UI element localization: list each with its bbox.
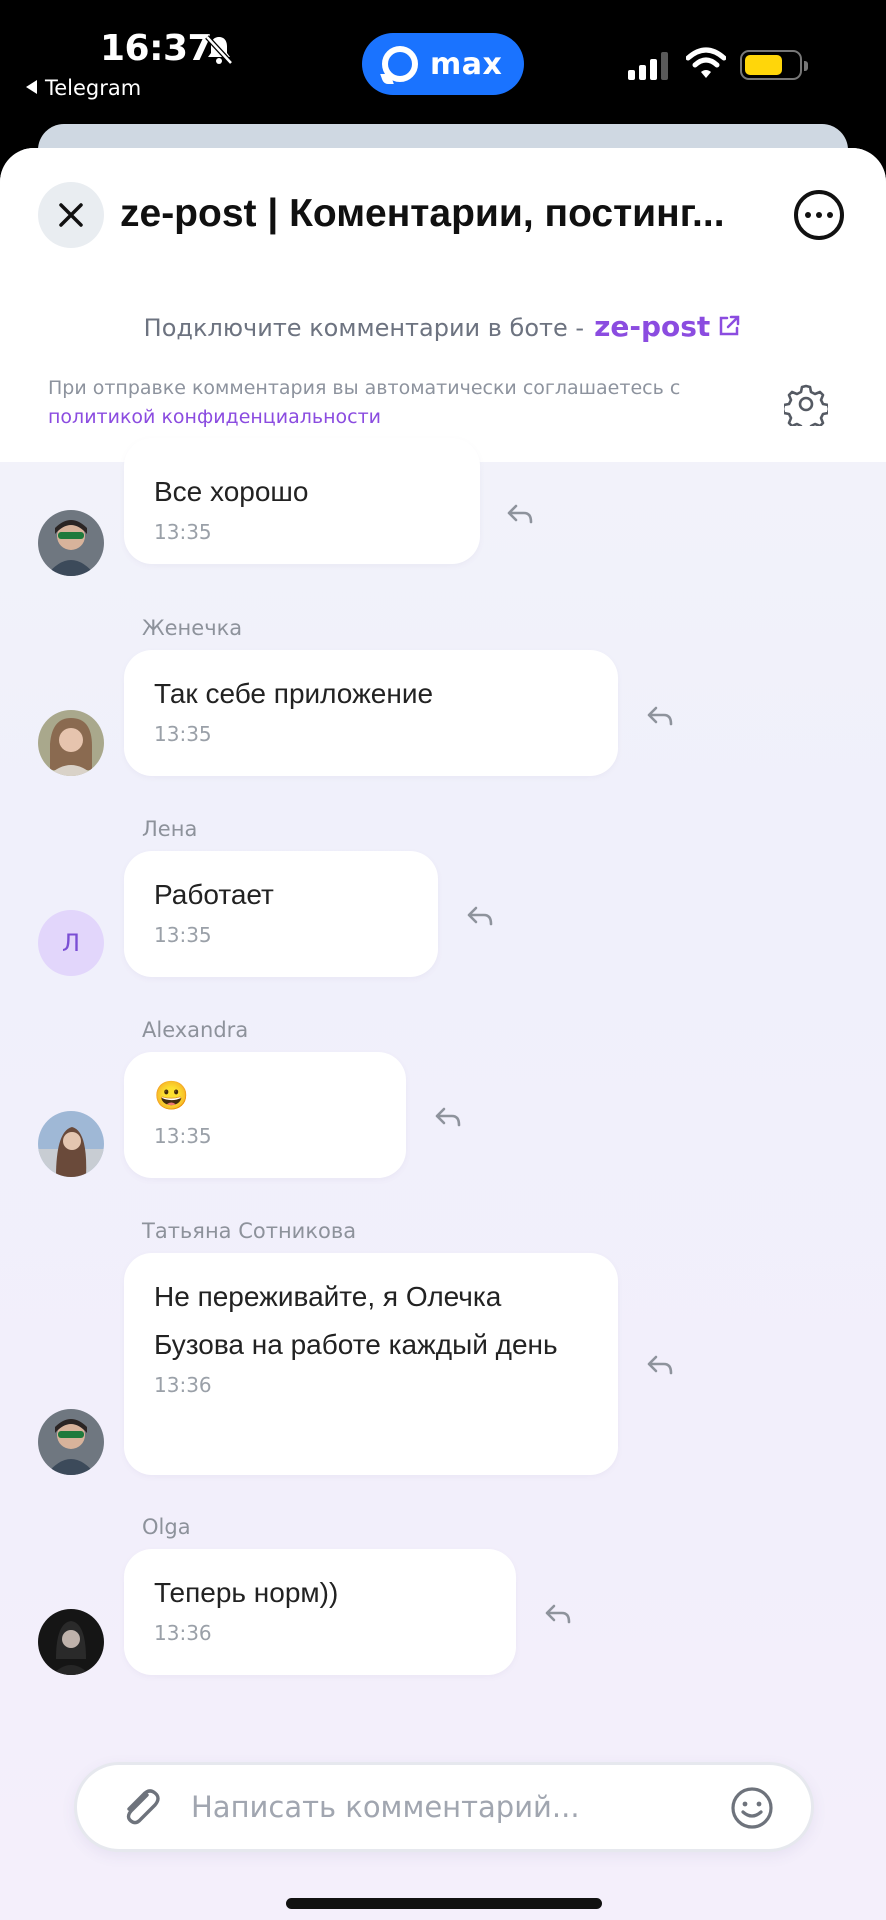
battery-nub — [804, 61, 808, 71]
consent-notice: При отправке комментария вы автоматическ… — [48, 374, 748, 432]
more-button[interactable] — [794, 190, 844, 240]
comment-author: Olga — [142, 1515, 191, 1539]
page-title: ze-post | Коментарии, постинг... — [120, 192, 725, 235]
status-bar: 16:37 Telegram max — [0, 0, 886, 130]
back-triangle-icon — [26, 80, 37, 94]
comments-sheet: ze-post | Коментарии, постинг... Подключ… — [0, 148, 886, 1920]
comment-time: 13:35 — [154, 1124, 212, 1148]
connect-text: Подключите комментарии в боте - — [143, 314, 585, 342]
reply-icon[interactable] — [544, 1603, 572, 1625]
comment-time: 13:36 — [154, 1621, 212, 1645]
comment-text: Так себе приложение — [154, 678, 434, 709]
comment-text: Работает — [154, 879, 274, 910]
reply-icon[interactable] — [646, 1354, 674, 1376]
comment-bubble[interactable]: Все хорошо 13:35 — [124, 438, 480, 564]
avatar-photo — [38, 710, 104, 776]
avatar[interactable] — [38, 1409, 104, 1475]
signal-icon — [628, 52, 670, 80]
comment-bubble[interactable]: Не переживайте, я Олечка Бузова на работ… — [124, 1253, 618, 1475]
close-icon — [59, 203, 83, 227]
comment-time: 13:36 — [154, 1373, 212, 1397]
close-button[interactable] — [38, 182, 104, 248]
avatar[interactable] — [38, 1609, 104, 1675]
battery-icon — [740, 50, 808, 80]
home-indicator[interactable] — [286, 1898, 602, 1909]
bell-slash-icon — [205, 35, 233, 65]
comment-author: Татьяна Сотникова — [142, 1219, 357, 1243]
comment-time: 13:35 — [154, 923, 212, 947]
reply-icon[interactable] — [506, 503, 534, 525]
avatar-photo — [38, 1409, 104, 1475]
back-to-app-link[interactable]: Telegram — [26, 76, 141, 100]
settings-gear-icon[interactable] — [784, 382, 828, 426]
comment-time: 13:35 — [154, 722, 212, 746]
max-logo-icon — [382, 46, 418, 82]
comment-time: 13:35 — [154, 520, 212, 544]
connect-bot-banner: Подключите комментарии в боте - ze-post — [0, 310, 886, 343]
battery-level — [745, 55, 783, 75]
more-icon-dot — [805, 212, 811, 218]
comment-input[interactable] — [191, 1779, 691, 1835]
bot-link[interactable]: ze-post — [594, 310, 710, 343]
max-app-label: max — [430, 46, 503, 82]
comment-text: Не переживайте, я Олечка Бузова на работ… — [154, 1281, 558, 1360]
external-link-icon[interactable] — [716, 313, 742, 339]
comment-bubble[interactable]: Теперь норм)) 13:36 — [124, 1549, 516, 1675]
status-time: 16:37 — [100, 28, 213, 69]
smiley-icon[interactable] — [729, 1785, 775, 1831]
avatar[interactable] — [38, 1111, 104, 1177]
reply-icon[interactable] — [646, 705, 674, 727]
comment-text: Теперь норм)) — [154, 1577, 339, 1608]
more-icon-dot — [816, 212, 822, 218]
comment-bubble[interactable]: Так себе приложение 13:35 — [124, 650, 618, 776]
comment-author: Лена — [142, 817, 198, 841]
avatar[interactable] — [38, 510, 104, 576]
avatar-photo — [38, 1609, 104, 1675]
avatar-photo — [38, 510, 104, 576]
max-app-pill[interactable]: max — [362, 33, 524, 95]
back-app-label: Telegram — [45, 76, 142, 100]
avatar-photo — [38, 1111, 104, 1177]
avatar[interactable] — [38, 710, 104, 776]
comment-author: Alexandra — [142, 1018, 249, 1042]
comment-composer — [74, 1762, 814, 1852]
wifi-icon — [686, 47, 726, 78]
comment-text: Все хорошо — [154, 476, 309, 507]
reply-icon[interactable] — [466, 905, 494, 927]
comment-bubble[interactable]: Работает 13:35 — [124, 851, 438, 977]
comment-bubble[interactable]: 😀 13:35 — [124, 1052, 406, 1178]
reply-icon[interactable] — [434, 1106, 462, 1128]
comments-header: ze-post | Коментарии, постинг... Подключ… — [0, 148, 886, 462]
comment-author: Женечка — [142, 616, 243, 640]
more-icon-dot — [827, 212, 833, 218]
avatar[interactable]: Л — [38, 910, 104, 976]
consent-text: При отправке комментария вы автоматическ… — [48, 377, 681, 399]
paperclip-icon[interactable] — [117, 1785, 163, 1831]
comment-emoji: 😀 — [154, 1080, 189, 1111]
privacy-policy-link[interactable]: политикой конфиденциальности — [48, 406, 381, 428]
